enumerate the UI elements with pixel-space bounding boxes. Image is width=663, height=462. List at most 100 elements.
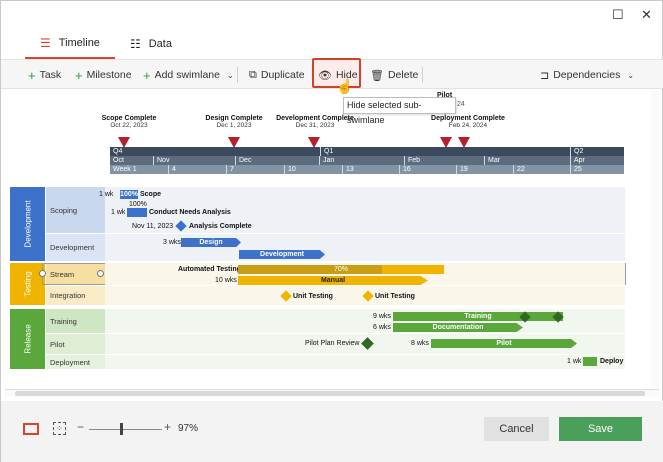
milestone-deployment-complete[interactable]: Deployment Complete Feb 24, 2024 [423, 115, 513, 129]
month-cell: Dec [235, 156, 319, 165]
resize-handle[interactable] [97, 270, 104, 277]
milestone-date: Dec 1, 2023 [216, 122, 252, 129]
task-duration: 1 wk [111, 209, 126, 216]
hide-tooltip: Hide selected sub-swimlane [343, 97, 456, 125]
milestone-name: Scope Complete [101, 115, 157, 122]
task-bar-scope[interactable]: 100% [120, 190, 138, 199]
zoom-in-icon[interactable]: + [164, 420, 171, 434]
sub-swimlane-label: Scoping [50, 205, 78, 215]
close-icon[interactable]: ✕ [641, 7, 652, 23]
milestone-name: Deployment Complete [431, 115, 505, 122]
task-duration: 1 wk [567, 358, 582, 365]
scrollbar-thumb[interactable] [15, 391, 645, 396]
task-name: Development [260, 251, 304, 258]
dialog-window: ☐ ✕ ☰ Timeline ☷ Data + Task + Milestone +… [0, 0, 663, 462]
actual-size-icon[interactable]: ⁘ [53, 422, 66, 435]
duplicate-label: Duplicate [260, 69, 305, 81]
sub-swimlane-training[interactable]: Training [46, 309, 105, 333]
cancel-button[interactable]: Cancel [484, 417, 549, 441]
month-cell: Oct [113, 157, 124, 164]
task-duration: 3 wks [163, 239, 181, 246]
add-task-label: Task [39, 69, 62, 81]
swimlane-title: Testing [23, 271, 32, 297]
task-name: Manual [320, 277, 346, 284]
task-bar-needs-analysis[interactable] [127, 208, 147, 217]
tab-timeline[interactable]: ☰ Timeline [25, 29, 115, 59]
week-cell: Week 1 [113, 166, 137, 173]
lane-deployment: 1 wk Deploy [105, 355, 625, 369]
sub-swimlane-pilot[interactable]: Pilot [46, 334, 105, 354]
quarter-cell: Q2 [570, 147, 624, 156]
zoom-slider[interactable] [89, 429, 162, 430]
milestone-development-complete[interactable]: Development Complete Dec 31, 2023 [273, 115, 357, 129]
sub-swimlane-deployment[interactable]: Deployment [46, 355, 105, 369]
swimlane-header[interactable]: Testing [10, 263, 45, 305]
month-cell: Jan [319, 156, 404, 165]
milestone-name: Pilot Plan Review [305, 340, 360, 347]
task-percent: 70% [333, 266, 348, 273]
sub-swimlane-scoping[interactable]: Scoping [46, 187, 105, 233]
milestone-diamond[interactable] [362, 290, 374, 302]
week-cell: 16 [399, 165, 456, 174]
quarter-cell: Q4 [113, 148, 123, 155]
zoom-slider-thumb[interactable] [120, 423, 123, 435]
maximize-icon[interactable]: ☐ [612, 7, 624, 23]
task-bar-pilot[interactable]: Pilot [431, 339, 577, 348]
milestone-diamond[interactable] [280, 290, 292, 302]
delete-button[interactable]: 🗑 Delete [370, 65, 418, 85]
milestone-diamond[interactable] [361, 337, 374, 350]
tab-data[interactable]: ☷ Data [115, 29, 187, 59]
zoom-out-icon[interactable]: − [77, 420, 84, 434]
milestone-scope-complete[interactable]: Scope Complete Oct 22, 2023 [89, 115, 169, 129]
add-task-button[interactable]: + Task [28, 65, 61, 85]
week-cell: 4 [168, 165, 226, 174]
trash-icon: 🗑 [370, 69, 384, 82]
lane-training: 9 wks Training 6 wks Documentation [105, 309, 625, 333]
add-milestone-button[interactable]: + Milestone [75, 65, 132, 85]
month-cell: Apr [570, 156, 624, 165]
zoom-level: 97% [178, 423, 199, 434]
save-button[interactable]: Save [559, 417, 642, 441]
task-duration: 1 wk [99, 191, 114, 198]
milestone-name: Unit Testing [375, 293, 415, 300]
swimlane-release[interactable]: Release Training Pilot Deployment [10, 309, 105, 369]
milestone-design-complete[interactable]: Design Complete Dec 1, 2023 [194, 115, 274, 129]
task-bar-development[interactable]: Development [239, 250, 325, 259]
task-bar-design[interactable]: Design [181, 238, 241, 247]
task-bar-manual[interactable]: Manual [238, 276, 428, 285]
sub-swimlane-development[interactable]: Development [46, 234, 105, 261]
task-bar-deploy[interactable] [583, 357, 597, 366]
add-swimlane-button[interactable]: + Add swimlane ⌄ [143, 65, 234, 85]
dependencies-label: Dependencies [553, 69, 621, 81]
dependencies-button[interactable]: ⊐ Dependencies ⌄ [540, 65, 634, 85]
week-cell: 19 [456, 165, 513, 174]
milestone-date: Feb 24, 2024 [448, 122, 488, 129]
vertical-scrollbar[interactable] [651, 91, 659, 389]
task-bar-documentation[interactable]: Documentation [393, 323, 523, 332]
resize-handle[interactable] [39, 270, 46, 277]
swimlane-development[interactable]: Development Scoping Development [10, 187, 105, 261]
task-name: Training [464, 313, 492, 320]
milestone-name: Unit Testing [293, 293, 333, 300]
plus-icon: + [143, 67, 151, 83]
duplicate-button[interactable]: ⧉ Duplicate [249, 65, 305, 85]
task-duration: 9 wks [373, 313, 391, 320]
swimlane-header[interactable]: Release [10, 309, 45, 369]
task-duration: 10 wks [215, 277, 237, 284]
fit-to-screen-icon[interactable] [23, 423, 39, 435]
task-bar-automated-testing[interactable]: 70% [238, 265, 444, 274]
timeline-canvas: Scope Complete Oct 22, 2023 Design Comple… [5, 91, 659, 390]
swimlane-header[interactable]: Development [10, 187, 45, 261]
milestone-date: Oct 22, 2023 [110, 122, 148, 129]
horizontal-scrollbar[interactable] [5, 389, 659, 397]
delete-label: Delete [387, 69, 419, 81]
lane-scoping: 1 wk 100% Scope 100% 1 wk Conduct Needs … [99, 187, 625, 233]
sub-swimlane-label: Development [50, 243, 95, 252]
task-bar-training[interactable]: Training [393, 312, 563, 321]
milestone-diamond[interactable] [175, 220, 187, 232]
sub-swimlane-integration[interactable]: Integration [46, 286, 105, 305]
add-swimlane-label: Add swimlane [154, 69, 220, 81]
task-name: Automated Testing [178, 266, 241, 273]
progress-fill [238, 265, 383, 274]
month-cell: Nov [153, 156, 235, 165]
